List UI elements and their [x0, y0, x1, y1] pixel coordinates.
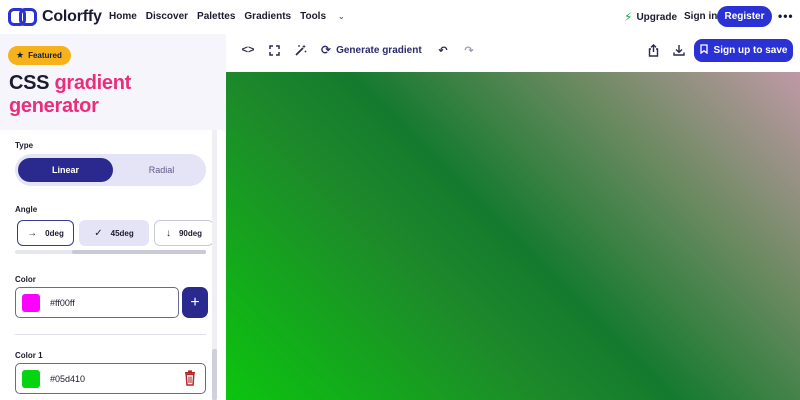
chevron-down-icon: ⌄: [338, 12, 345, 21]
bookmark-glyph: [699, 44, 708, 55]
angle-scrollbar[interactable]: [15, 250, 206, 254]
controls-panel: Type Linear Radial Angle → 0deg ✓ 45deg …: [0, 130, 226, 400]
bookmark-icon: [699, 44, 708, 57]
page-title: CSS gradient generator: [9, 72, 131, 118]
nav-palettes[interactable]: Palettes: [197, 11, 235, 22]
angle-45deg-label: 45deg: [110, 228, 134, 238]
angle-90deg-label: 90deg: [178, 228, 203, 238]
angle-0deg-button[interactable]: → 0deg: [17, 220, 74, 246]
angle-label: Angle: [15, 205, 38, 214]
featured-label: Featured: [28, 51, 62, 60]
signup-to-save-button[interactable]: Sign up to save: [694, 39, 793, 62]
add-color-button[interactable]: +: [182, 287, 208, 318]
type-radial-button[interactable]: Radial: [120, 158, 203, 182]
title-css: CSS: [9, 72, 50, 94]
color1-hex: #05d410: [50, 373, 86, 384]
color1-label: Color 1: [15, 351, 43, 360]
angle-scrollbar-thumb[interactable]: [72, 250, 206, 254]
generate-gradient-label: Generate gradient: [336, 44, 422, 56]
color-swatch[interactable]: [22, 293, 40, 312]
logo[interactable]: Colorffy: [8, 7, 102, 27]
type-linear-button[interactable]: Linear: [18, 158, 113, 182]
magic-wand-icon[interactable]: [293, 43, 307, 57]
redo-icon[interactable]: ↷: [462, 43, 476, 57]
logo-text: Colorffy: [42, 8, 102, 25]
nav-gradients[interactable]: Gradients: [244, 11, 291, 22]
code-icon[interactable]: <>: [241, 43, 255, 57]
download-icon[interactable]: [672, 43, 686, 57]
signup-label: Sign up to save: [713, 45, 788, 56]
check-icon: ✓: [94, 227, 103, 239]
toolbar: <> ⟳ Generate gradient ↶ ↷ Sign up to sa…: [230, 34, 800, 67]
color-input[interactable]: #ff00ff: [15, 287, 179, 318]
angle-0deg-label: 0deg: [45, 228, 64, 238]
title-gradient: gradient: [54, 72, 132, 94]
star-icon: ★: [16, 50, 25, 60]
color-hex: #ff00ff: [50, 297, 75, 308]
title-generator: generator: [9, 95, 99, 117]
bolt-icon: ⚡: [624, 10, 633, 24]
type-toggle: Linear Radial: [15, 154, 206, 186]
generate-gradient-button[interactable]: ⟳ Generate gradient: [321, 43, 422, 57]
upgrade-label: Upgrade: [636, 11, 677, 23]
left-panel: ★ Featured CSS gradient generator Type L…: [0, 34, 226, 400]
nav-tools[interactable]: Tools ⌄: [300, 11, 354, 22]
nav-home[interactable]: Home: [109, 11, 137, 22]
color1-input[interactable]: #05d410: [15, 363, 206, 394]
featured-badge: ★ Featured: [8, 46, 71, 65]
undo-icon[interactable]: ↶: [436, 43, 450, 57]
controls-scrollbar[interactable]: [212, 130, 217, 400]
nav-links: Home Discover Palettes Gradients Tools ⌄: [109, 11, 363, 22]
upgrade-link[interactable]: ⚡ Upgrade: [624, 10, 677, 24]
divider: [15, 334, 206, 335]
angle-90deg-button[interactable]: ↓ 90deg: [154, 220, 212, 246]
logo-icon: [8, 7, 38, 27]
controls-scroll-area: Type Linear Radial Angle → 0deg ✓ 45deg …: [0, 130, 212, 400]
color1-swatch[interactable]: [22, 369, 40, 388]
trash-icon[interactable]: [184, 370, 196, 386]
more-menu-icon[interactable]: •••: [778, 9, 794, 23]
type-label: Type: [15, 141, 34, 150]
register-button[interactable]: Register: [717, 6, 772, 27]
fullscreen-glyph: [268, 44, 280, 56]
arrow-down-icon: ↓: [165, 227, 171, 239]
angle-45deg-button[interactable]: ✓ 45deg: [79, 220, 149, 246]
nav-discover[interactable]: Discover: [146, 11, 188, 22]
plus-icon: +: [190, 293, 200, 311]
color-label: Color: [15, 275, 36, 284]
arrow-right-icon: →: [27, 227, 38, 239]
download-glyph: [673, 45, 685, 56]
nav-tools-label: Tools: [300, 11, 327, 22]
share-glyph: [648, 43, 658, 57]
signin-link[interactable]: Sign in: [684, 11, 717, 22]
top-nav: Colorffy Home Discover Palettes Gradient…: [0, 0, 800, 34]
refresh-icon: ⟳: [321, 43, 332, 57]
gradient-preview: [226, 72, 800, 400]
fullscreen-icon[interactable]: [267, 43, 281, 57]
magic-wand-glyph: [294, 44, 306, 56]
controls-scrollbar-thumb[interactable]: [212, 349, 217, 400]
share-icon[interactable]: [646, 43, 660, 57]
